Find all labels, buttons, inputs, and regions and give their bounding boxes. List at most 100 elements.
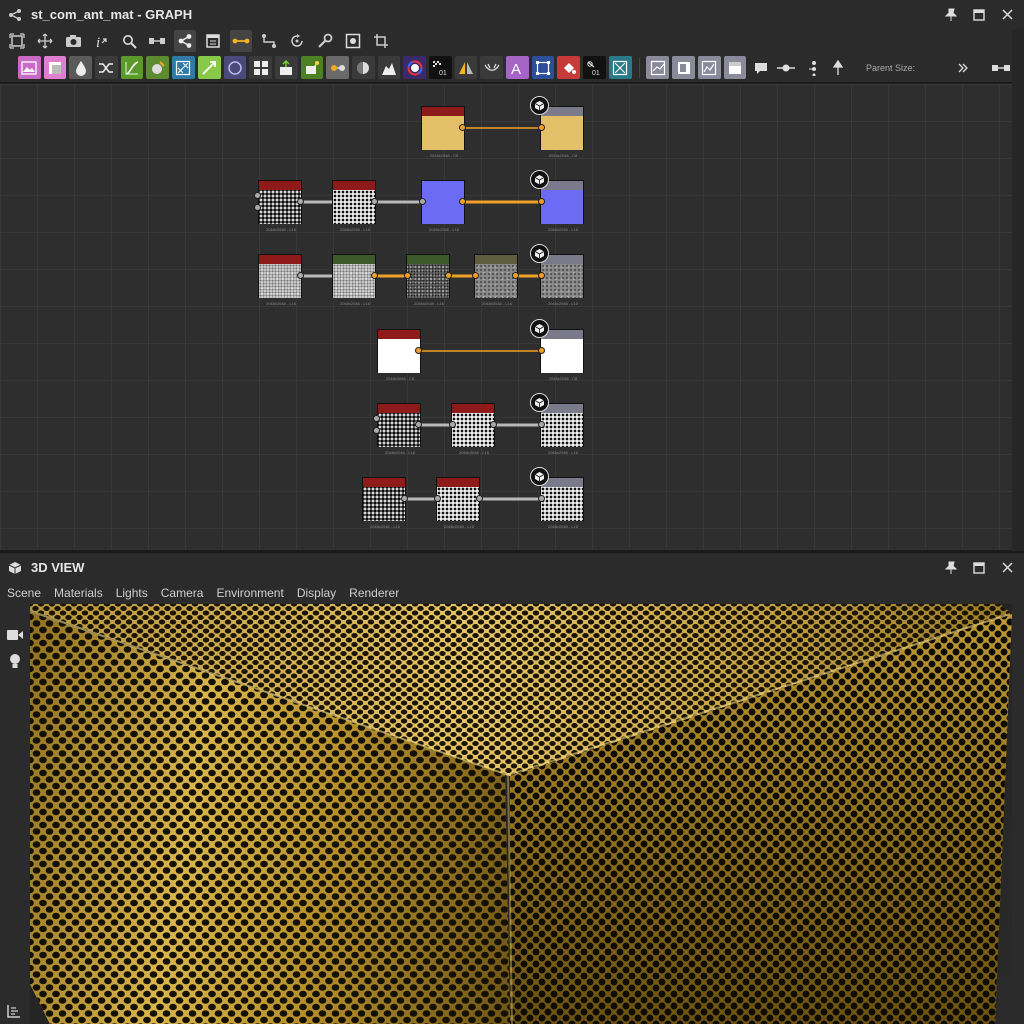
input-port[interactable]	[419, 198, 426, 205]
output-port[interactable]	[459, 198, 466, 205]
skew-icon[interactable]	[480, 56, 504, 79]
graph-link-icon[interactable]	[801, 56, 824, 79]
output-port[interactable]	[371, 198, 378, 205]
link-angle-icon[interactable]	[258, 30, 280, 52]
input-port[interactable]	[449, 421, 456, 428]
paint-icon[interactable]	[557, 56, 581, 79]
comment-icon[interactable]	[749, 56, 772, 79]
output-port[interactable]	[512, 272, 519, 279]
output-port[interactable]	[445, 272, 452, 279]
pin-icon[interactable]	[944, 8, 958, 22]
graph-canvas[interactable]: 2048x2048 - C8 2048x2048 - C8 2048x2048 …	[0, 84, 1012, 550]
3d-viewport[interactable]	[30, 604, 1012, 1024]
grayscale-icon[interactable]	[300, 56, 324, 79]
slope-icon[interactable]	[326, 56, 349, 79]
normal-icon[interactable]	[351, 56, 375, 79]
input-port[interactable]	[538, 198, 545, 205]
rotate-icon[interactable]	[286, 30, 308, 52]
expand-icon[interactable]	[7, 1004, 21, 1018]
graph-node[interactable]: 2048x2048 - L16	[332, 254, 376, 306]
connector-icon[interactable]	[990, 56, 1013, 79]
fit-icon[interactable]	[34, 30, 56, 52]
video-camera-icon[interactable]	[6, 626, 24, 644]
output-node[interactable]: 2048x2048 - C8	[540, 106, 584, 158]
text-icon[interactable]: A	[506, 56, 529, 79]
warp-icon[interactable]	[172, 56, 195, 79]
graph-node[interactable]: 2048x2048 - L16	[258, 180, 302, 232]
close-icon[interactable]	[1000, 561, 1014, 575]
output-port[interactable]	[490, 421, 497, 428]
output-node[interactable]: 2048x2048 - C8	[540, 329, 584, 381]
info-icon[interactable]: i	[90, 30, 112, 52]
menu-display[interactable]: Display	[297, 586, 336, 600]
light-bulb-icon[interactable]	[6, 652, 24, 670]
input-icon[interactable]	[672, 56, 695, 79]
output-node[interactable]: 2048x2048 - L16	[540, 403, 584, 455]
dot-icon[interactable]	[775, 56, 798, 79]
selection-icon[interactable]	[531, 56, 555, 79]
graph-node[interactable]: 2048x2048 - L16	[258, 254, 302, 306]
share-graph-icon[interactable]	[174, 30, 196, 52]
shape-icon[interactable]	[223, 56, 247, 79]
input-port[interactable]	[434, 495, 441, 502]
menu-camera[interactable]: Camera	[161, 586, 204, 600]
menu-renderer[interactable]: Renderer	[349, 586, 399, 600]
input-port[interactable]	[538, 124, 545, 131]
camera-icon[interactable]	[62, 30, 84, 52]
graph-scrollbar[interactable]	[1012, 29, 1024, 551]
output-port[interactable]	[459, 124, 466, 131]
wrench-icon[interactable]	[314, 30, 336, 52]
value-icon[interactable]: 01	[583, 56, 606, 79]
chevron-right-icon[interactable]	[952, 56, 975, 79]
maximize-icon[interactable]	[972, 8, 986, 22]
output-port[interactable]	[297, 272, 304, 279]
tile-icon[interactable]	[249, 56, 272, 79]
transform-icon[interactable]	[95, 56, 118, 79]
curve-icon[interactable]	[120, 56, 144, 79]
output-port[interactable]	[371, 272, 378, 279]
input-port[interactable]	[254, 204, 261, 211]
output-port[interactable]	[297, 198, 304, 205]
graph-node[interactable]: 2048x2048 - L16	[362, 477, 406, 529]
maximize-icon[interactable]	[972, 561, 986, 575]
output-port[interactable]	[401, 495, 408, 502]
bitmap-icon[interactable]: 01	[429, 56, 452, 79]
input-port[interactable]	[254, 192, 261, 199]
link-curve-icon[interactable]	[230, 30, 252, 52]
blend-icon[interactable]	[146, 56, 170, 79]
histogram-icon[interactable]	[377, 56, 401, 79]
input-port[interactable]	[538, 495, 545, 502]
menu-lights[interactable]: Lights	[116, 586, 148, 600]
pin-icon[interactable]	[944, 561, 958, 575]
crop-icon[interactable]	[370, 30, 392, 52]
frame-icon[interactable]	[202, 30, 224, 52]
output-port[interactable]	[415, 347, 422, 354]
frame-all-icon[interactable]	[6, 30, 28, 52]
input-port[interactable]	[472, 272, 479, 279]
view-scrollbar[interactable]	[1012, 604, 1024, 1024]
color-wheel-icon[interactable]	[403, 56, 426, 79]
levels-icon[interactable]	[69, 56, 93, 79]
fill-icon[interactable]	[274, 56, 298, 79]
image-icon[interactable]	[18, 56, 41, 79]
output-node[interactable]: 2048x2048 - L16	[540, 477, 584, 529]
input-port[interactable]	[404, 272, 411, 279]
menu-materials[interactable]: Materials	[54, 586, 103, 600]
gradient-icon[interactable]	[197, 56, 221, 79]
layout-icon[interactable]	[146, 30, 168, 52]
search-icon[interactable]	[118, 30, 140, 52]
output-node[interactable]: 2048x2048 - L16	[540, 254, 584, 306]
menu-scene[interactable]: Scene	[7, 586, 41, 600]
input-port[interactable]	[373, 415, 380, 422]
input-port[interactable]	[538, 421, 545, 428]
function-icon[interactable]	[723, 56, 747, 79]
input-port[interactable]	[373, 427, 380, 434]
graph-node[interactable]: 2048x2048 - L16	[332, 180, 376, 232]
mirror-icon[interactable]	[454, 56, 478, 79]
graph-node[interactable]: 2048x2048 - L16	[406, 254, 450, 306]
pin-node-icon[interactable]	[826, 56, 849, 79]
output-node[interactable]: 2048x2048 - L16	[540, 180, 584, 232]
snapshot-icon[interactable]	[342, 30, 364, 52]
close-icon[interactable]	[1000, 8, 1014, 22]
input-port[interactable]	[538, 347, 545, 354]
